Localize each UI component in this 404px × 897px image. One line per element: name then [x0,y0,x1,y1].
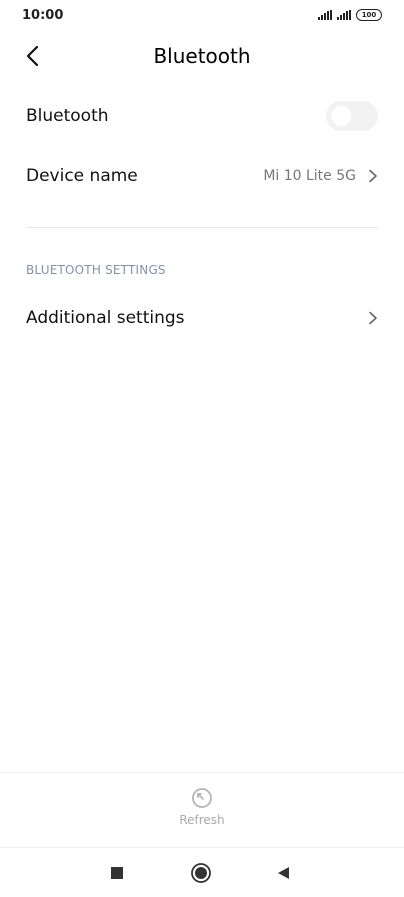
bluetooth-toggle[interactable] [326,101,378,131]
status-icons: 100 [318,9,382,21]
section-header-bluetooth-settings: BLUETOOTH SETTINGS [26,263,166,277]
chevron-right-icon [369,311,377,325]
signal-icon [337,10,351,20]
square-icon [111,867,123,879]
additional-settings-row[interactable]: Additional settings [26,298,378,338]
recents-button[interactable] [106,862,128,884]
chevron-right-icon [369,169,377,183]
status-bar: 10:00 100 [0,0,404,32]
device-name-row[interactable]: Device name Mi 10 Lite 5G [26,156,378,196]
home-button[interactable] [190,862,212,884]
bottom-action-bar: Refresh [0,772,404,848]
device-name-value: Mi 10 Lite 5G [263,168,356,184]
triangle-back-icon [278,867,289,879]
status-time: 10:00 [22,8,64,23]
battery-icon: 100 [356,9,382,21]
page-title: Bluetooth [153,44,251,68]
navigation-bar [0,848,404,897]
refresh-label: Refresh [179,813,225,827]
toggle-knob [331,106,351,126]
device-name-right: Mi 10 Lite 5G [263,168,378,184]
refresh-button[interactable]: Refresh [152,787,252,835]
device-name-label: Device name [26,166,138,186]
divider [26,227,378,228]
circle-icon [191,863,211,883]
bluetooth-label: Bluetooth [26,106,109,126]
signal-icon [318,10,332,20]
back-nav-button[interactable] [272,862,294,884]
additional-settings-label: Additional settings [26,308,185,328]
header: Bluetooth [0,32,404,80]
refresh-icon [192,788,212,808]
bluetooth-toggle-row[interactable]: Bluetooth [26,96,378,136]
